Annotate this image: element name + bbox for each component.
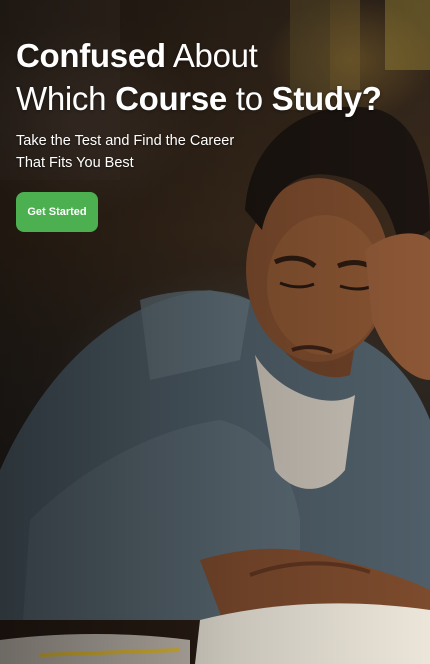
headline-word-study: Study? <box>271 80 382 117</box>
hero-headline: Confused About Which Course to Study? <box>16 34 421 120</box>
get-started-button[interactable]: Get Started <box>16 192 98 232</box>
headline-word-course: Course <box>115 80 227 117</box>
hero-banner: Confused About Which Course to Study? Ta… <box>0 0 430 664</box>
hero-subtitle: Take the Test and Find the Career That F… <box>16 130 316 174</box>
headline-line-2: Which Course to Study? <box>16 77 421 120</box>
subtitle-line-2: That Fits You Best <box>16 155 134 171</box>
headline-word-which: Which <box>16 80 116 117</box>
headline-line-1: Confused About <box>16 34 421 77</box>
headline-word-to: to <box>226 80 272 117</box>
subtitle-line-1: Take the Test and Find the Career <box>16 133 235 149</box>
headline-word-about: About <box>165 37 258 74</box>
headline-word-confused: Confused <box>16 37 166 74</box>
